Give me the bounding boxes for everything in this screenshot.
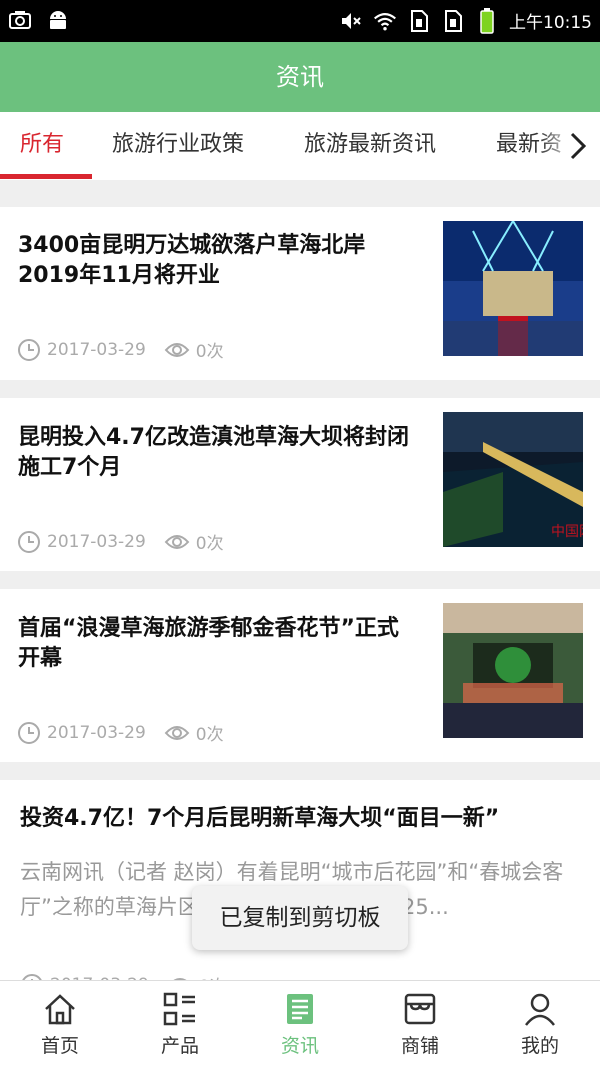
- article-title[interactable]: 首届“浪漫草海旅游季郁金香花节”正式开幕: [18, 614, 418, 674]
- chevron-right-icon[interactable]: [562, 130, 592, 162]
- article-thumbnail[interactable]: 中国网: [443, 412, 583, 547]
- tab-latest-news[interactable]: 旅游最新资讯: [304, 112, 436, 180]
- eye-icon: [164, 530, 190, 554]
- nav-shops[interactable]: 商铺: [360, 981, 480, 1067]
- camera-icon: [8, 8, 32, 32]
- article-views: 0次: [195, 534, 224, 554]
- home-icon: [42, 991, 78, 1027]
- category-tabs: 所有 旅游行业政策 旅游最新资讯 最新资: [0, 112, 600, 180]
- eye-icon: [164, 338, 190, 362]
- nav-mine[interactable]: 我的: [480, 981, 600, 1067]
- article-title[interactable]: 投资4.7亿！7个月后昆明新草海大坝“面目一新”: [20, 804, 580, 834]
- tab-policy[interactable]: 旅游行业政策: [112, 112, 244, 180]
- status-time: 上午10:15: [509, 13, 592, 33]
- article-card[interactable]: 首届“浪漫草海旅游季郁金香花节”正式开幕 2017-03-29 0次: [0, 589, 600, 762]
- bottom-nav: 首页 产品 资讯 商铺 我的: [0, 980, 600, 1067]
- article-card[interactable]: 3400亩昆明万达城欲落户草海北岸 2019年11月将开业 2017-03-29…: [0, 207, 600, 380]
- nav-shops-label: 商铺: [400, 1035, 439, 1057]
- news-icon: [282, 991, 318, 1027]
- nav-news-label: 资讯: [280, 1035, 319, 1057]
- nav-home-label: 首页: [40, 1035, 79, 1057]
- nav-mine-label: 我的: [520, 1035, 559, 1057]
- clock-icon: [17, 530, 41, 554]
- article-views: 0次: [195, 342, 224, 362]
- clock-icon: [17, 721, 41, 745]
- shop-icon: [402, 991, 438, 1027]
- android-icon: [46, 8, 70, 32]
- nav-products-label: 产品: [160, 1035, 199, 1057]
- article-card[interactable]: 昆明投入4.7亿改造滇池草海大坝将封闭施工7个月 中国网 2017-03-29 …: [0, 398, 600, 571]
- eye-icon: [164, 721, 190, 745]
- article-card[interactable]: 投资4.7亿！7个月后昆明新草海大坝“面目一新” 云南网讯（记者 赵岗）有着昆明…: [0, 780, 600, 997]
- article-date: 2017-03-29: [47, 531, 146, 552]
- article-meta: 2017-03-29 0次: [17, 337, 224, 362]
- user-icon: [522, 991, 558, 1027]
- status-bar: 上午10:15: [0, 0, 600, 42]
- article-date: 2017-03-29: [47, 722, 146, 743]
- product-grid-icon: [162, 991, 198, 1027]
- article-title[interactable]: 昆明投入4.7亿改造滇池草海大坝将封闭施工7个月: [18, 423, 418, 483]
- tab-all[interactable]: 所有: [20, 112, 64, 180]
- article-title[interactable]: 3400亩昆明万达城欲落户草海北岸 2019年11月将开业: [18, 231, 418, 291]
- article-meta: 2017-03-29 0次: [17, 720, 224, 745]
- article-date: 2017-03-29: [47, 339, 146, 360]
- nav-news[interactable]: 资讯: [240, 981, 360, 1067]
- app-bar: 资讯: [0, 42, 600, 112]
- nav-products[interactable]: 产品: [120, 981, 240, 1067]
- tab-active-indicator: [0, 174, 92, 179]
- wifi-icon: [373, 9, 397, 33]
- article-views: 0次: [195, 725, 224, 745]
- battery-icon: [475, 7, 499, 34]
- mute-icon: [339, 9, 363, 33]
- copied-toast: 已复制到剪切板: [192, 886, 408, 950]
- svg-text:中国网: 中国网: [551, 524, 583, 540]
- article-meta: 2017-03-29 0次: [17, 529, 224, 554]
- nav-home[interactable]: 首页: [0, 981, 120, 1067]
- sim2-icon: [441, 9, 465, 33]
- sim1-icon: [407, 9, 431, 33]
- article-thumbnail[interactable]: [443, 221, 583, 356]
- article-thumbnail[interactable]: [443, 603, 583, 738]
- clock-icon: [17, 338, 41, 362]
- page-title: 资讯: [276, 63, 324, 91]
